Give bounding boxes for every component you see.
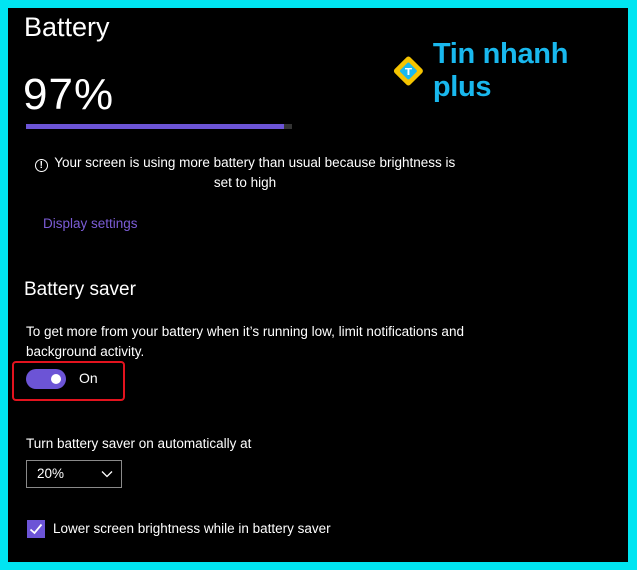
battery-level-bar [26,124,292,129]
logo-diamond-icon: T [393,56,423,86]
battery-level-fill [26,124,285,129]
info-icon: ! [34,159,48,172]
page-title: Battery [24,12,110,42]
brightness-warning: ! Your screen is using more battery than… [30,153,460,193]
settings-panel: Battery T Tin nhanh plus 97% ! Your scre… [8,8,628,562]
lower-brightness-label: Lower screen brightness while in battery… [53,521,331,536]
chevron-down-icon [101,471,113,478]
warning-text: Your screen is using more battery than u… [54,155,456,190]
threshold-value: 20% [37,466,65,481]
toggle-knob [51,374,61,384]
battery-saver-description: To get more from your battery when it’s … [26,324,464,359]
display-settings-link[interactable]: Display settings [43,216,138,231]
checkmark-icon [29,523,43,535]
brand-logo: T Tin nhanh plus [390,38,628,104]
svg-text:T: T [405,67,412,78]
toggle-state-label: On [79,370,98,386]
threshold-dropdown[interactable]: 20% [26,460,122,488]
battery-saver-heading: Battery saver [24,279,136,300]
battery-percentage: 97% [23,70,115,119]
logo-text: Tin nhanh plus [432,38,569,103]
battery-saver-toggle[interactable] [26,369,66,389]
lower-brightness-checkbox[interactable] [27,520,45,538]
auto-threshold-label: Turn battery saver on automatically at [26,436,252,451]
